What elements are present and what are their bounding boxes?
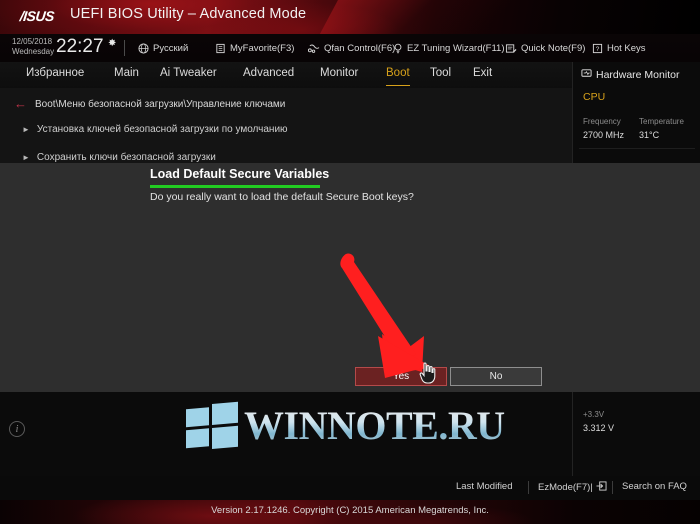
monitor-icon bbox=[581, 68, 592, 82]
tab-main[interactable]: Main bbox=[114, 67, 139, 85]
toolbar-label-hotkeys: Hot Keys bbox=[607, 42, 646, 54]
sidebar-divider bbox=[579, 148, 695, 149]
arrow-in-box-icon bbox=[596, 481, 607, 494]
clock-display: 22:27 bbox=[56, 36, 104, 57]
voltage-value: 3.312 V bbox=[583, 423, 615, 433]
footer-bar: Version 2.17.1246. Copyright (C) 2015 Am… bbox=[0, 500, 700, 524]
status-divider bbox=[528, 481, 529, 494]
book-icon bbox=[215, 43, 226, 54]
asus-logo: /ISUS bbox=[19, 7, 55, 24]
tab-monitor[interactable]: Monitor bbox=[320, 67, 358, 85]
chevron-right-icon: ► bbox=[22, 152, 30, 162]
last-modified-button[interactable]: Last Modified bbox=[456, 481, 513, 492]
toolbar-item-eztuning[interactable]: EZ Tuning Wizard(F11) bbox=[393, 41, 505, 55]
toolbar-label-myfavorite: MyFavorite(F3) bbox=[230, 42, 295, 54]
hardware-monitor-label: Hardware Monitor bbox=[596, 69, 680, 81]
toolbar-item-language[interactable]: Русский bbox=[138, 41, 188, 55]
bios-screen: /ISUS UEFI BIOS Utility – Advanced Mode … bbox=[0, 0, 700, 524]
toolbar-label-quicknote: Quick Note(F9) bbox=[521, 42, 586, 54]
tab-favorites[interactable]: Избранное bbox=[26, 67, 84, 85]
search-faq-button[interactable]: Search on FAQ bbox=[622, 481, 687, 492]
info-icon[interactable]: i bbox=[9, 421, 25, 437]
cpu-temperature-value: 31°C bbox=[639, 130, 660, 140]
voltage-label: +3.3V bbox=[583, 410, 605, 419]
cpu-frequency-label: Frequency bbox=[583, 117, 621, 126]
globe-icon bbox=[138, 42, 149, 54]
toolbar-label-language: Русский bbox=[153, 42, 189, 54]
ezmode-label: EzMode(F7)| bbox=[538, 482, 593, 493]
gear-icon[interactable]: ✸ bbox=[108, 38, 116, 49]
copyright-text: Version 2.17.1246. Copyright (C) 2015 Am… bbox=[211, 505, 489, 516]
fan-icon bbox=[308, 43, 320, 54]
hardware-monitor-title: Hardware Monitor bbox=[581, 67, 679, 83]
cpu-temperature-label: Temperature bbox=[639, 117, 684, 126]
list-item-install-default-keys[interactable]: ► Установка ключей безопасной загрузки п… bbox=[22, 121, 288, 137]
chevron-right-icon: ► bbox=[22, 124, 30, 134]
toolbar-label-eztuning: EZ Tuning Wizard(F11) bbox=[407, 42, 505, 54]
svg-text:?: ? bbox=[596, 45, 600, 52]
toolbar-item-quicknote[interactable]: Quick Note(F9) bbox=[505, 41, 585, 55]
breadcrumb[interactable]: ← Boot\Меню безопасной загрузки\Управлен… bbox=[14, 96, 285, 112]
tab-boot[interactable]: Boot bbox=[386, 67, 410, 86]
bulb-icon bbox=[393, 43, 403, 54]
question-icon: ? bbox=[592, 43, 603, 54]
page-title: UEFI BIOS Utility – Advanced Mode bbox=[70, 6, 307, 22]
toolbar-label-qfan: Qfan Control(F6) bbox=[324, 42, 396, 54]
note-icon bbox=[505, 43, 517, 54]
list-item-label: Установка ключей безопасной загрузки по … bbox=[36, 123, 288, 135]
dialog-title-underline bbox=[150, 185, 320, 188]
toolbar-item-myfavorite[interactable]: MyFavorite(F3) bbox=[215, 41, 294, 55]
sidebar-section-cpu: CPU bbox=[583, 91, 606, 103]
dialog-title: Load Default Secure Variables bbox=[150, 167, 330, 181]
toolbar-item-hotkeys[interactable]: ? Hot Keys bbox=[592, 41, 646, 55]
confirm-dialog: Load Default Secure Variables Do you rea… bbox=[0, 163, 700, 392]
watermark: WINNOTE.RU bbox=[186, 401, 505, 451]
tab-exit[interactable]: Exit bbox=[473, 67, 492, 85]
toolbar-item-qfan[interactable]: Qfan Control(F6) bbox=[308, 41, 395, 55]
dialog-message: Do you really want to load the default S… bbox=[150, 191, 414, 203]
tab-tool[interactable]: Tool bbox=[430, 67, 451, 85]
cpu-frequency-value: 2700 MHz bbox=[583, 130, 625, 140]
ezmode-button[interactable]: EzMode(F7)| bbox=[538, 481, 607, 494]
top-toolbar: 12/05/2018 Wednesday 22:27 ✸ Русский MyF… bbox=[0, 34, 700, 62]
tab-advanced[interactable]: Advanced bbox=[243, 67, 294, 85]
hand-pointer-cursor bbox=[418, 362, 438, 389]
title-bar: /ISUS UEFI BIOS Utility – Advanced Mode bbox=[0, 0, 700, 34]
tab-ai-tweaker[interactable]: Ai Tweaker bbox=[160, 67, 217, 85]
watermark-text: WINNOTE.RU bbox=[244, 403, 505, 448]
breadcrumb-text: Boot\Меню безопасной загрузки\Управление… bbox=[35, 98, 286, 110]
no-button[interactable]: No bbox=[450, 367, 542, 386]
back-arrow-icon[interactable]: ← bbox=[14, 97, 27, 110]
status-divider bbox=[612, 481, 613, 494]
windows-logo-icon bbox=[186, 401, 238, 451]
list-item-label: Сохранить ключи безопасной загрузки bbox=[36, 151, 216, 163]
toolbar-divider bbox=[124, 40, 125, 56]
status-bar: Last Modified EzMode(F7)| Search on FAQ bbox=[0, 476, 700, 500]
